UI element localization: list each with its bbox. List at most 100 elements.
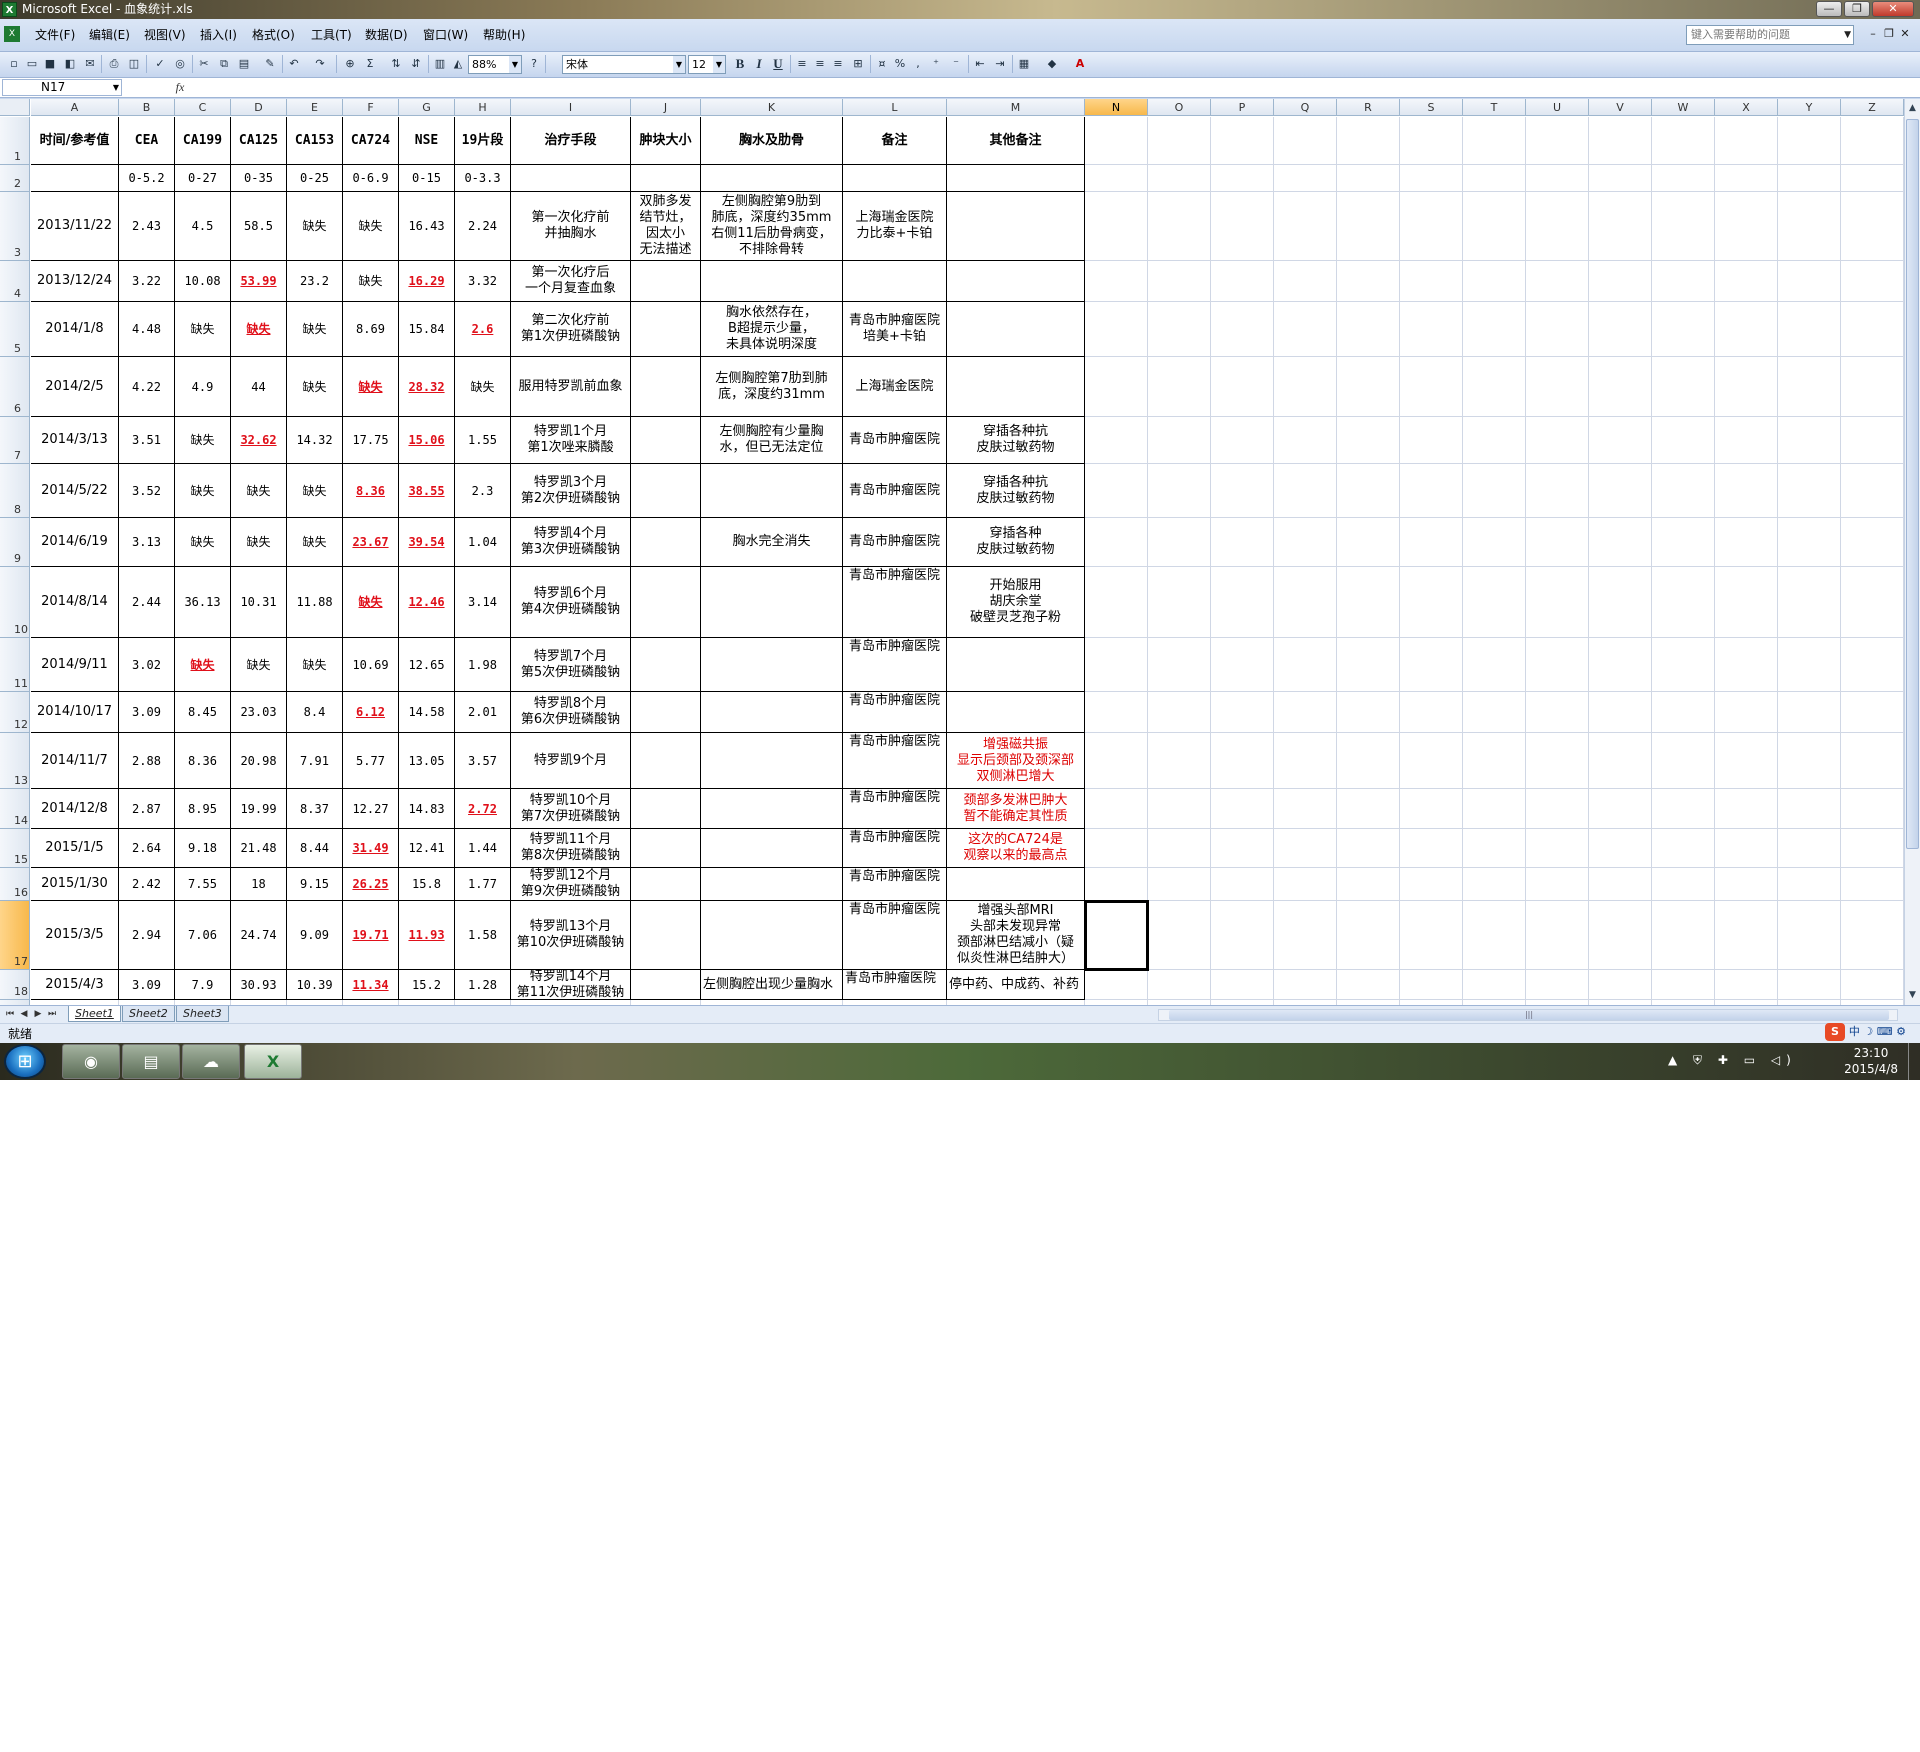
worksheet-grid[interactable]: ABCDEFGHIJKLMNOPQRSTUVWXYZ 1 2 3 4 5 6 7 8 9 10 11… — [0, 99, 1904, 1005]
cell-Q17[interactable] — [1274, 901, 1337, 970]
cell-G6[interactable]: 28.32 — [399, 357, 455, 417]
ime-mode[interactable]: 中 — [1849, 1025, 1860, 1038]
cell-O17[interactable] — [1148, 901, 1211, 970]
cell-S13[interactable] — [1400, 733, 1463, 789]
menu-file[interactable]: 文件(F) — [32, 26, 78, 44]
cell-D6[interactable]: 44 — [231, 357, 287, 417]
cell-S5[interactable] — [1400, 302, 1463, 357]
cell-X17[interactable] — [1715, 901, 1778, 970]
chevron-down-icon[interactable]: ▼ — [113, 80, 119, 95]
column-header-R[interactable]: R — [1337, 99, 1400, 116]
cell-K14[interactable] — [701, 789, 843, 829]
cell-F14[interactable]: 12.27 — [343, 789, 399, 829]
cell-E11[interactable]: 缺失 — [287, 638, 343, 692]
last-sheet-icon[interactable]: ⏭ — [46, 1008, 58, 1021]
cell-X6[interactable] — [1715, 357, 1778, 417]
cell-F2[interactable]: 0-6.9 — [343, 165, 399, 192]
zoom-select[interactable]: 88% ▼ — [468, 55, 522, 74]
cell-Y18[interactable] — [1778, 970, 1841, 1000]
cell-C1[interactable]: CA199 — [175, 117, 231, 165]
column-header-S[interactable]: S — [1400, 99, 1463, 116]
cell-C14[interactable]: 8.95 — [175, 789, 231, 829]
menu-data[interactable]: 数据(D) — [362, 26, 411, 44]
cell-X9[interactable] — [1715, 518, 1778, 567]
cell-T14[interactable] — [1463, 789, 1526, 829]
cell-V6[interactable] — [1589, 357, 1652, 417]
cell-R2[interactable] — [1337, 165, 1400, 192]
cell-D14[interactable]: 19.99 — [231, 789, 287, 829]
sort-descending-icon[interactable]: ⇵ — [408, 56, 424, 72]
cell-C12[interactable]: 8.45 — [175, 692, 231, 733]
cell-T8[interactable] — [1463, 464, 1526, 518]
row-header-6[interactable]: 6 — [0, 357, 30, 417]
cell-E7[interactable]: 14.32 — [287, 417, 343, 464]
cell-M7[interactable]: 穿插各种抗 皮肤过敏药物 — [947, 417, 1085, 464]
chart-wizard-icon[interactable]: ▥ — [432, 56, 448, 72]
cell-Q10[interactable] — [1274, 567, 1337, 638]
cell-V5[interactable] — [1589, 302, 1652, 357]
cell-T10[interactable] — [1463, 567, 1526, 638]
chevron-down-icon[interactable]: ▼ — [509, 56, 521, 73]
cell-J4[interactable] — [631, 261, 701, 302]
cell-O8[interactable] — [1148, 464, 1211, 518]
cell-P15[interactable] — [1211, 829, 1274, 868]
align-right-icon[interactable]: ≡ — [830, 56, 846, 72]
cell-S12[interactable] — [1400, 692, 1463, 733]
cell-A17[interactable]: 2015/3/5 — [31, 901, 119, 970]
cell-D9[interactable]: 缺失 — [231, 518, 287, 567]
scroll-down-icon[interactable]: ▼ — [1905, 988, 1920, 1003]
cell-C16[interactable]: 7.55 — [175, 868, 231, 901]
cell-I4[interactable]: 第一次化疗后 一个月复查血象 — [511, 261, 631, 302]
cell-D2[interactable]: 0-35 — [231, 165, 287, 192]
cell-E4[interactable]: 23.2 — [287, 261, 343, 302]
cell-A4[interactable]: 2013/12/24 — [31, 261, 119, 302]
excel-app-icon[interactable]: X — [2, 2, 17, 17]
select-all-corner[interactable] — [0, 99, 30, 116]
cell-U13[interactable] — [1526, 733, 1589, 789]
cell-P4[interactable] — [1211, 261, 1274, 302]
column-header-C[interactable]: C — [175, 99, 231, 116]
doc-close-button[interactable]: ✕ — [1898, 27, 1912, 41]
tray-icons[interactable]: ▲ ⛨ ✚ ▭ ◁) — [1668, 1053, 1797, 1068]
cell-N8[interactable] — [1085, 464, 1148, 518]
row-header-1[interactable]: 1 — [0, 117, 30, 165]
cell-S11[interactable] — [1400, 638, 1463, 692]
column-header-F[interactable]: F — [343, 99, 399, 116]
cell-W6[interactable] — [1652, 357, 1715, 417]
cell-X2[interactable] — [1715, 165, 1778, 192]
cell-B16[interactable]: 2.42 — [119, 868, 175, 901]
cell-R6[interactable] — [1337, 357, 1400, 417]
cell-F8[interactable]: 8.36 — [343, 464, 399, 518]
cell-O12[interactable] — [1148, 692, 1211, 733]
cell-G7[interactable]: 15.06 — [399, 417, 455, 464]
cell-R18[interactable] — [1337, 970, 1400, 1000]
cell-C9[interactable]: 缺失 — [175, 518, 231, 567]
row-header-9[interactable]: 9 — [0, 518, 30, 567]
cell-K18[interactable]: 左侧胸腔出现少量胸水 — [701, 970, 843, 1000]
cell-T6[interactable] — [1463, 357, 1526, 417]
vertical-scroll-thumb[interactable] — [1906, 119, 1919, 849]
cell-K7[interactable]: 左侧胸腔有少量胸 水，但已无法定位 — [701, 417, 843, 464]
cell-G5[interactable]: 15.84 — [399, 302, 455, 357]
cell-K15[interactable] — [701, 829, 843, 868]
cell-J16[interactable] — [631, 868, 701, 901]
cell-G10[interactable]: 12.46 — [399, 567, 455, 638]
cell-Q2[interactable] — [1274, 165, 1337, 192]
font-size-select[interactable]: 12 ▼ — [688, 55, 726, 74]
borders-icon[interactable]: ▦ — [1016, 56, 1032, 72]
cell-E17[interactable]: 9.09 — [287, 901, 343, 970]
cell-W11[interactable] — [1652, 638, 1715, 692]
cell-R13[interactable] — [1337, 733, 1400, 789]
help-icon[interactable]: ? — [526, 56, 542, 72]
cell-H9[interactable]: 1.04 — [455, 518, 511, 567]
cell-I3[interactable]: 第一次化疗前 并抽胸水 — [511, 192, 631, 261]
row-header-11[interactable]: 11 — [0, 638, 30, 692]
column-header-O[interactable]: O — [1148, 99, 1211, 116]
cell-N15[interactable] — [1085, 829, 1148, 868]
column-header-T[interactable]: T — [1463, 99, 1526, 116]
cell-H6[interactable]: 缺失 — [455, 357, 511, 417]
active-cell-selection[interactable] — [1084, 900, 1149, 971]
bold-button[interactable]: B — [732, 56, 748, 72]
cell-J8[interactable] — [631, 464, 701, 518]
cell-W12[interactable] — [1652, 692, 1715, 733]
